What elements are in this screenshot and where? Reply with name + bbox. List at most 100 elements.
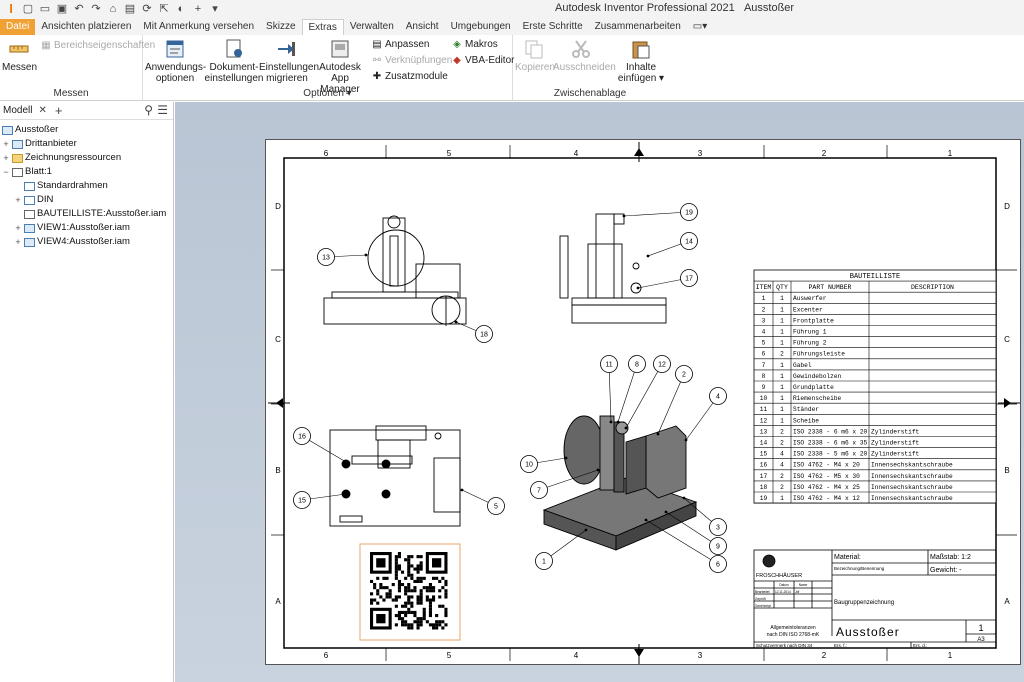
redo-icon[interactable]: ↷ <box>89 0 103 18</box>
app-manager-icon <box>329 38 351 60</box>
tab-ansicht[interactable]: Ansicht <box>400 19 445 35</box>
tree-node-din[interactable]: + DIN <box>14 193 53 207</box>
balloon-1[interactable]: 1 <box>535 528 588 570</box>
anwendungsoptionen-button[interactable]: Anwendungs-optionen <box>145 38 206 84</box>
balloon-2[interactable]: 2 <box>656 365 693 436</box>
browser-tab-modell[interactable]: Modell <box>3 105 32 116</box>
isometric-view[interactable] <box>542 415 698 551</box>
inventor-logo-icon[interactable]: I <box>4 0 18 18</box>
search-icon[interactable]: ⚲ <box>144 103 153 117</box>
close-icon[interactable]: ✕ <box>38 105 46 116</box>
customize-icon: ▤ <box>372 39 382 50</box>
expand-icon[interactable]: + <box>2 151 10 165</box>
tree-node-bauteilliste[interactable]: BAUTEILLISTE:Ausstoßer.iam <box>14 207 166 221</box>
open-folder-icon[interactable]: ▭ <box>38 0 52 18</box>
tree-node-view1[interactable]: + VIEW1:Ausstoßer.iam <box>14 221 130 235</box>
tree-node-blatt[interactable]: − Blatt:1 <box>2 165 52 179</box>
ausschneiden-button[interactable]: Ausschneiden <box>553 38 616 73</box>
parts-list-table[interactable]: BAUTEILLISTE ITEM QTY PART NUMBER DESCRIPTIO… <box>753 269 997 504</box>
tree-node-standardrahmen[interactable]: Standardrahmen <box>14 179 108 193</box>
paste-icon <box>630 38 652 60</box>
anpassen-button[interactable]: ▤ Anpassen <box>371 38 429 51</box>
add-tab-icon[interactable]: + <box>55 103 63 118</box>
tab-umgebungen[interactable]: Umgebungen <box>445 19 517 35</box>
tab-skizze[interactable]: Skizze <box>260 19 301 35</box>
qr-code[interactable] <box>359 543 461 641</box>
zone-top-5: 5 <box>447 149 452 158</box>
dokumenteinstellungen-button[interactable]: Dokument-einstellungen <box>203 38 265 84</box>
tab-erste-schritte[interactable]: Erste Schritte <box>517 19 589 35</box>
zone-left-d: D <box>275 202 281 211</box>
balloon-11[interactable]: 11 <box>600 355 618 424</box>
customize-dropdown-icon[interactable]: ▾ <box>208 0 222 18</box>
print-icon[interactable]: ▤ <box>123 0 137 18</box>
balloon-19[interactable]: 19 <box>622 203 698 221</box>
balloon-8[interactable]: 8 <box>616 355 646 424</box>
tab-overflow-icon[interactable]: ▭▾ <box>687 19 713 35</box>
select-icon[interactable]: ⇱ <box>157 0 171 18</box>
vba-label: VBA-Editor <box>465 55 515 66</box>
messen-button[interactable]: Messen <box>2 38 37 73</box>
makros-button[interactable]: ◈ Makros <box>451 38 498 51</box>
balloon-13[interactable]: 13 <box>317 248 368 266</box>
tab-ansichten-platzieren[interactable]: Ansichten platzieren <box>35 19 137 35</box>
update-icon[interactable]: ⟳ <box>140 0 154 18</box>
bereichseigenschaften-button[interactable]: ▦ Bereichseigenschaften <box>40 39 155 52</box>
balloon-16[interactable]: 16 <box>293 427 348 464</box>
tree-node-drittanbieter[interactable]: + Drittanbieter <box>2 137 76 151</box>
save-icon[interactable]: ▣ <box>55 0 69 18</box>
material-icon[interactable]: ◐ <box>174 0 188 18</box>
ersatz-fuer: Ers. f.: <box>834 643 847 648</box>
balloon-14[interactable]: 14 <box>646 232 698 258</box>
verknuepfungen-button[interactable]: ⚯ Verknüpfungen <box>371 54 452 67</box>
balloon-18[interactable]: 18 <box>454 320 493 343</box>
expand-icon[interactable]: + <box>2 137 10 151</box>
tab-mit-anmerkung[interactable]: Mit Anmerkung versehen <box>137 19 260 35</box>
expand-icon[interactable]: + <box>14 235 22 249</box>
bom-cell: 1 <box>780 340 784 347</box>
region-properties-icon: ▦ <box>41 40 51 51</box>
undo-icon[interactable]: ↶ <box>72 0 86 18</box>
hamburger-menu-icon[interactable]: ☰ <box>157 103 168 117</box>
gewicht-label: Gewicht: - <box>930 567 962 574</box>
balloon-15[interactable]: 15 <box>293 491 348 509</box>
tab-zusammenarbeiten[interactable]: Zusammenarbeiten <box>589 19 687 35</box>
add-icon[interactable]: + <box>191 0 205 18</box>
anpassen-label: Anpassen <box>385 39 430 50</box>
balloon-4[interactable]: 4 <box>684 387 727 442</box>
app-manager-button[interactable]: Autodesk App Manager <box>311 38 369 95</box>
home-icon[interactable]: ⌂ <box>106 0 120 18</box>
vba-editor-button[interactable]: ◆ VBA-Editor <box>451 54 514 67</box>
zone-right-a: A <box>1004 597 1010 606</box>
expand-icon[interactable]: + <box>14 221 22 235</box>
side-view[interactable] <box>559 213 667 324</box>
top-view[interactable] <box>329 425 461 527</box>
bom-cell: 3 <box>762 317 766 324</box>
anwendung-label-2: optionen <box>155 73 195 84</box>
tab-datei[interactable]: Datei <box>0 19 36 35</box>
drawing-sheet[interactable]: 6 5 4 3 2 1 6 5 4 3 2 1 D C B A D C B A <box>265 139 1021 665</box>
bom-cell: 1 <box>780 495 784 502</box>
new-file-icon[interactable]: ▢ <box>21 0 35 18</box>
massstab-label: Maßstab: 1:2 <box>930 554 971 561</box>
panel-optionen-label[interactable]: Optionen ▾ <box>143 88 512 99</box>
expand-icon[interactable]: + <box>14 193 22 207</box>
collapse-icon[interactable]: − <box>2 165 10 179</box>
toleranz-line-1: Allgemeintoleranzen <box>770 625 816 631</box>
tab-verwalten[interactable]: Verwalten <box>344 19 400 35</box>
tree-node-view4[interactable]: + VIEW4:Ausstoßer.iam <box>14 235 130 249</box>
kopieren-button[interactable]: Kopieren <box>515 38 555 73</box>
balloon-10[interactable]: 10 <box>520 455 568 473</box>
schutzvermerk: Schutzvermerk nach DIN 34 <box>756 643 813 648</box>
bom-cell: Innensechskantschraube <box>871 462 953 469</box>
einstellungen-migrieren-button[interactable]: Einstellungen migrieren <box>259 38 319 84</box>
tab-extras[interactable]: Extras <box>301 19 344 35</box>
front-view[interactable] <box>323 215 467 326</box>
balloon-5[interactable]: 5 <box>460 488 505 515</box>
inhalte-einfuegen-button[interactable]: Inhalte einfügen ▾ <box>617 38 665 84</box>
zusatzmodule-button[interactable]: ✚ Zusatzmodule <box>371 70 448 83</box>
balloon-17[interactable]: 17 <box>636 269 698 290</box>
tree-node-root[interactable]: Ausstoßer <box>2 123 58 137</box>
balloon-label: 14 <box>685 239 693 246</box>
tree-node-zeichnungsressourcen[interactable]: + Zeichnungsressourcen <box>2 151 121 165</box>
